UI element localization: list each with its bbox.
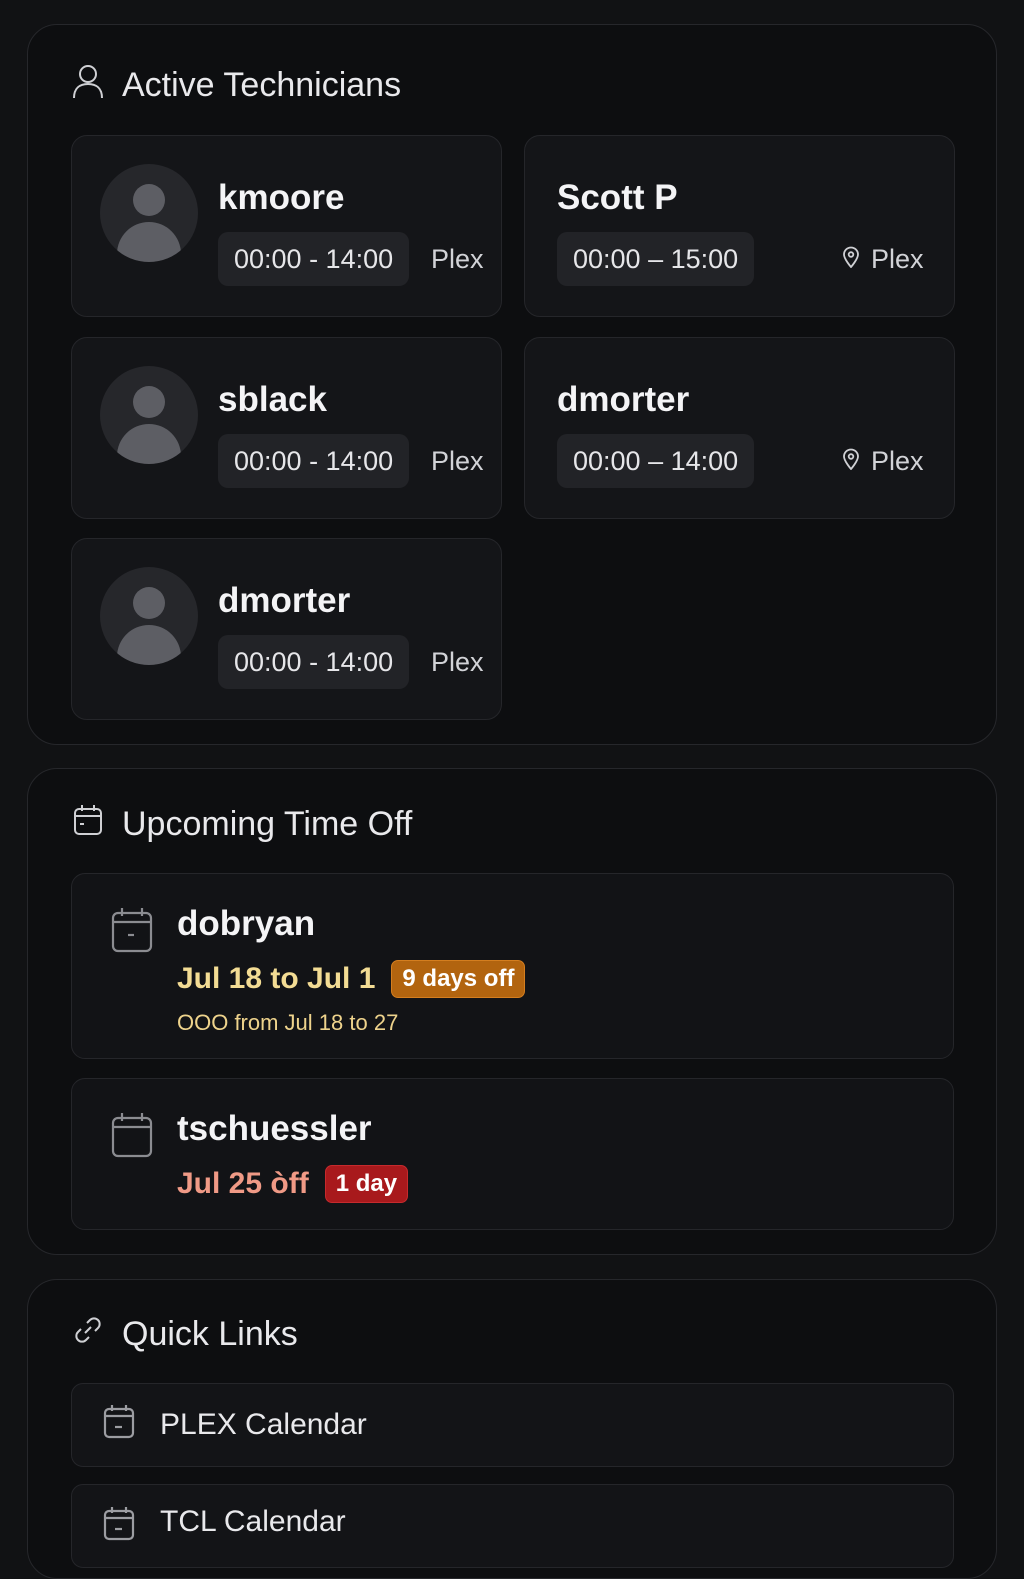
map-pin-icon [841,244,861,275]
quick-link-label: PLEX Calendar [160,1408,367,1441]
technician-card[interactable]: dmorter 00:00 - 14:00 Plex [71,538,502,720]
quick-links-header: Quick Links [72,1314,298,1355]
time-off-dates: Jul 18 to Jul 1 [177,962,376,995]
technician-name: Scott P [557,178,678,217]
technician-name: dmorter [557,380,690,419]
quick-link-plex-calendar[interactable]: PLEX Calendar [71,1383,954,1467]
technician-location: Plex [431,647,484,678]
quick-link-tcl-calendar[interactable]: TCL Calendar [71,1484,954,1568]
technician-card[interactable]: dmorter 00:00 – 14:00 Plex [524,337,955,519]
employee-name: dobryan [177,904,316,943]
calendar-icon [72,803,104,846]
time-off-dates: Jul 25 òff [177,1167,309,1200]
technician-name: dmorter [218,581,351,620]
shift-hours: 00:00 – 14:00 [557,434,755,488]
calendar-icon [110,1111,154,1164]
quick-links-panel: Quick Links PLEX Calendar TCL Calendar [27,1279,997,1579]
technician-location: Plex [841,244,924,275]
map-pin-icon [841,446,861,477]
location-label: Plex [431,647,484,677]
panel-title: Active Technicians [122,66,402,104]
quick-link-label: TCL Calendar [160,1505,346,1538]
calendar-icon [102,1403,136,1447]
days-off-badge: 9 days off [391,960,526,998]
calendar-icon [110,906,154,959]
employee-name: tschuessler [177,1109,372,1148]
user-icon [72,63,104,108]
location-label: Plex [871,446,924,476]
panel-title: Upcoming Time Off [122,805,413,843]
shift-hours: 00:00 - 14:00 [218,434,410,488]
technician-card[interactable]: kmoore 00:00 - 14:00 Plex [71,135,502,317]
days-off-badge: 1 day [324,1165,409,1203]
avatar [100,164,198,262]
link-icon [72,1314,104,1355]
upcoming-time-off-panel: Upcoming Time Off dobryan Jul 18 to Jul … [27,768,997,1255]
location-label: Plex [871,244,924,274]
avatar [100,366,198,464]
technician-location: Plex [431,244,484,275]
time-off-card[interactable]: dobryan Jul 18 to Jul 1 9 days off OOO f… [71,873,954,1059]
calendar-icon [102,1505,136,1549]
technician-name: sblack [218,380,327,419]
technician-card[interactable]: Scott P 00:00 – 15:00 Plex [524,135,955,317]
avatar [100,567,198,665]
active-technicians-header: Active Technicians [72,63,401,108]
time-off-dates-row: Jul 25 òff 1 day [177,1165,409,1203]
time-off-note: OOO from Jul 18 to 27 [177,1010,399,1035]
technician-name: kmoore [218,178,345,217]
location-label: Plex [431,446,484,476]
active-technicians-panel: Active Technicians kmoore 00:00 - 14:00 … [27,24,997,745]
shift-hours: 00:00 - 14:00 [218,635,410,689]
panel-title: Quick Links [122,1315,298,1353]
location-label: Plex [431,244,484,274]
technician-location: Plex [431,446,484,477]
technician-location: Plex [841,446,924,477]
time-off-card[interactable]: tschuessler Jul 25 òff 1 day [71,1078,954,1230]
shift-hours: 00:00 – 15:00 [557,232,755,286]
technician-card[interactable]: sblack 00:00 - 14:00 Plex [71,337,502,519]
shift-hours: 00:00 - 14:00 [218,232,410,286]
time-off-dates-row: Jul 18 to Jul 1 9 days off [177,960,526,998]
upcoming-time-off-header: Upcoming Time Off [72,803,412,846]
